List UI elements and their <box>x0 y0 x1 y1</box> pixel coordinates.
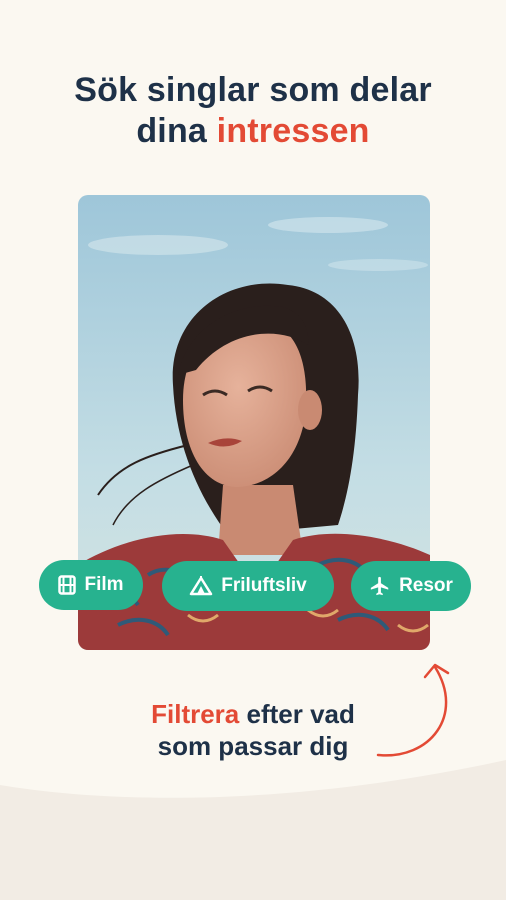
interest-chip-friluftsliv[interactable]: Friluftsliv <box>162 561 334 611</box>
chip-label-film: Film <box>84 574 124 595</box>
headline: Sök singlar som delar dina intressen <box>0 70 506 152</box>
interest-chip-resor[interactable]: Resor <box>351 561 471 611</box>
interest-chip-film[interactable]: Film <box>39 560 143 610</box>
caption-line-1-rest: efter vad <box>239 699 355 729</box>
headline-line-1: Sök singlar som delar <box>74 71 432 109</box>
tent-icon <box>189 576 213 596</box>
airplane-icon <box>369 575 391 597</box>
headline-accent: intressen <box>216 112 370 150</box>
caption-accent: Filtrera <box>151 699 240 729</box>
curved-arrow-icon <box>376 663 450 757</box>
chip-label-resor: Resor <box>399 575 453 596</box>
headline-prefix: dina <box>136 112 217 150</box>
chip-label-friluftsliv: Friluftsliv <box>221 575 307 596</box>
film-icon <box>58 575 77 595</box>
headline-line-2: dina intressen <box>0 111 506 152</box>
